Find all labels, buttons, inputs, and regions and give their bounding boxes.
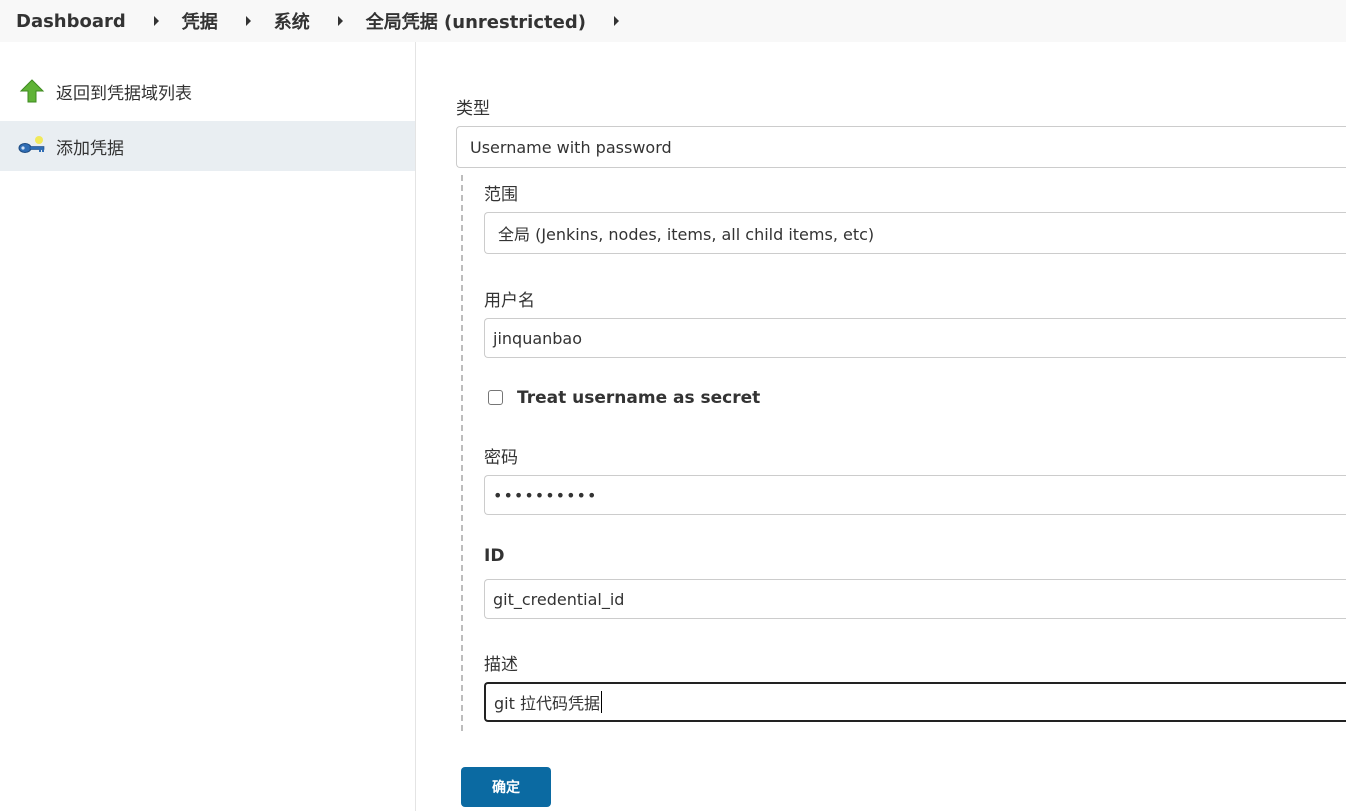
sidebar: 返回到凭据域列表 添加凭据: [0, 42, 416, 811]
treat-username-secret-checkbox[interactable]: [488, 390, 503, 405]
text-caret: [600, 691, 602, 713]
description-label: 描述: [484, 655, 518, 675]
id-input[interactable]: git_credential_id: [484, 579, 1346, 619]
breadcrumb-global-credentials[interactable]: 全局凭据 (unrestricted): [366, 8, 586, 34]
breadcrumb-chevron-icon[interactable]: [153, 16, 159, 26]
sidebar-item-back-to-domains[interactable]: 返回到凭据域列表: [0, 66, 415, 116]
kind-label: 类型: [456, 99, 490, 119]
description-input[interactable]: git 拉代码凭据: [484, 682, 1346, 722]
breadcrumb-chevron-icon[interactable]: [337, 16, 343, 26]
description-text: git 拉代码凭据: [494, 694, 600, 713]
scope-label: 范围: [484, 185, 518, 205]
nested-section-divider: [461, 175, 463, 731]
password-input[interactable]: ••••••••••: [484, 475, 1346, 515]
password-label: 密码: [484, 448, 518, 468]
kind-select[interactable]: Username with password: [456, 126, 1346, 168]
sidebar-item-label: 添加凭据: [56, 138, 124, 159]
breadcrumb-credentials[interactable]: 凭据: [182, 8, 218, 34]
key-icon: [18, 132, 46, 160]
sidebar-item-label: 返回到凭据域列表: [56, 83, 192, 104]
breadcrumb-chevron-icon[interactable]: [613, 16, 619, 26]
breadcrumb-system[interactable]: 系统: [274, 8, 310, 34]
treat-username-secret-label[interactable]: Treat username as secret: [517, 388, 760, 408]
submit-button[interactable]: 确定: [461, 767, 551, 807]
username-input[interactable]: jinquanbao: [484, 318, 1346, 358]
credential-form: 类型 Username with password 范围 全局 (Jenkins…: [416, 42, 1346, 811]
id-label: ID: [484, 546, 505, 566]
username-label: 用户名: [484, 291, 535, 311]
up-arrow-icon: [18, 77, 46, 105]
breadcrumb-dashboard[interactable]: Dashboard: [16, 11, 126, 32]
breadcrumb: Dashboard 凭据 系统 全局凭据 (unrestricted): [0, 0, 1346, 42]
scope-select[interactable]: 全局 (Jenkins, nodes, items, all child ite…: [484, 212, 1346, 254]
sidebar-item-add-credentials[interactable]: 添加凭据: [0, 121, 415, 171]
breadcrumb-chevron-icon[interactable]: [245, 16, 251, 26]
